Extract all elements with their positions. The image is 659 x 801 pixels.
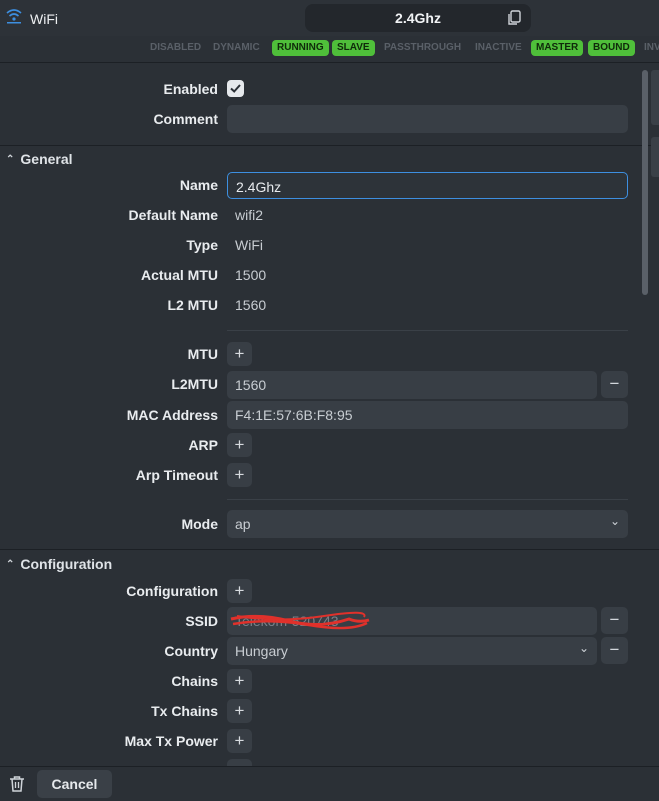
arp-timeout-label: Arp Timeout (135, 467, 218, 483)
separator (0, 549, 659, 550)
wifi-icon (6, 8, 22, 29)
divider (227, 499, 628, 500)
chevron-up-icon: ⌃ (6, 153, 15, 165)
redaction-scribble (230, 611, 370, 630)
mac-address-input[interactable]: F4:1E:57:6B:F8:95 (227, 401, 628, 429)
mode-value: ap (235, 516, 251, 532)
actual-mtu-label: Actual MTU (141, 267, 218, 283)
flag-dynamic: DYNAMIC (213, 42, 260, 53)
comment-field[interactable] (227, 105, 628, 133)
mode-label: Mode (181, 516, 218, 532)
name-input[interactable]: 2.4Ghz (227, 172, 628, 199)
separator (0, 145, 659, 146)
configuration-add-button[interactable]: + (227, 579, 252, 603)
max-tx-power-label: Max Tx Power (124, 733, 218, 749)
default-name-label: Default Name (128, 207, 218, 223)
chevron-up-icon: ⌃ (6, 558, 15, 570)
trash-icon[interactable] (9, 775, 25, 798)
check-icon (230, 84, 241, 93)
scrollbar-thumb[interactable] (642, 70, 648, 295)
side-panel-edge (651, 70, 659, 125)
bottom-bar: Cancel (0, 766, 659, 801)
mac-address-value: F4:1E:57:6B:F8:95 (235, 407, 353, 423)
status-flags: DISABLED DYNAMIC RUNNING SLAVE PASSTHROU… (0, 38, 659, 60)
section-general[interactable]: ⌃ General (6, 151, 73, 167)
configuration-label: Configuration (126, 583, 218, 599)
section-general-title: General (20, 151, 73, 167)
ssid-input[interactable]: Telekom-520743 (227, 607, 597, 635)
flag-bound: BOUND (588, 40, 635, 56)
actual-mtu-value: 1500 (235, 267, 267, 283)
type-label: Type (186, 237, 218, 253)
chevron-down-icon: ⌄ (578, 641, 589, 655)
cancel-button[interactable]: Cancel (37, 770, 112, 798)
chains-label: Chains (171, 673, 218, 689)
flag-inv: INV (644, 42, 659, 53)
side-panel-edge (651, 137, 659, 177)
divider (227, 330, 628, 331)
title-bar: WiFi 2.4Ghz (0, 0, 659, 36)
ssid-remove-button[interactable]: − (601, 607, 628, 634)
flag-running: RUNNING (272, 40, 329, 56)
separator (0, 62, 659, 63)
default-name-value: wifi2 (235, 207, 264, 223)
mac-address-label: MAC Address (126, 407, 218, 423)
app-title: WiFi (30, 10, 58, 27)
max-tx-power-add-button[interactable]: + (227, 729, 252, 753)
l2mtu-edit-label: L2MTU (171, 376, 218, 392)
partial-button[interactable] (227, 759, 252, 766)
l2-mtu-label: L2 MTU (167, 297, 218, 313)
enabled-checkbox[interactable] (227, 80, 244, 97)
ssid-label: SSID (185, 613, 218, 629)
flag-passthrough: PASSTHROUGH (384, 42, 462, 53)
l2mtu-input[interactable]: 1560 (227, 371, 597, 399)
section-configuration-title: Configuration (20, 556, 113, 572)
chains-add-button[interactable]: + (227, 669, 252, 693)
country-select[interactable]: Hungary ⌄ (227, 637, 597, 665)
l2mtu-input-value: 1560 (235, 377, 267, 393)
l2-mtu-value: 1560 (235, 297, 267, 313)
country-label: Country (164, 643, 218, 659)
flag-master: MASTER (531, 40, 584, 56)
mtu-add-button[interactable]: + (227, 342, 252, 366)
section-configuration[interactable]: ⌃ Configuration (6, 556, 112, 572)
flag-inactive: INACTIVE (475, 42, 522, 53)
window-title: 2.4Ghz (395, 10, 441, 26)
tx-chains-add-button[interactable]: + (227, 699, 252, 723)
arp-add-button[interactable]: + (227, 433, 252, 457)
window-title-box: 2.4Ghz (305, 4, 531, 32)
type-value: WiFi (235, 237, 263, 253)
flag-disabled: DISABLED (150, 42, 202, 53)
tx-chains-label: Tx Chains (151, 703, 218, 719)
flag-slave: SLAVE (332, 40, 375, 56)
mtu-label: MTU (187, 346, 218, 362)
enabled-label: Enabled (163, 81, 218, 97)
comment-label: Comment (153, 111, 218, 127)
name-label: Name (179, 177, 218, 193)
chevron-down-icon: ⌄ (609, 514, 620, 528)
country-remove-button[interactable]: − (601, 637, 628, 664)
arp-timeout-add-button[interactable]: + (227, 463, 252, 487)
arp-label: ARP (188, 437, 218, 453)
copy-icon[interactable] (507, 10, 521, 31)
name-value: 2.4Ghz (236, 179, 282, 195)
country-value: Hungary (235, 643, 288, 659)
app-header: WiFi (6, 8, 58, 29)
l2mtu-remove-button[interactable]: − (601, 371, 628, 398)
mode-select[interactable]: ap ⌄ (227, 510, 628, 538)
